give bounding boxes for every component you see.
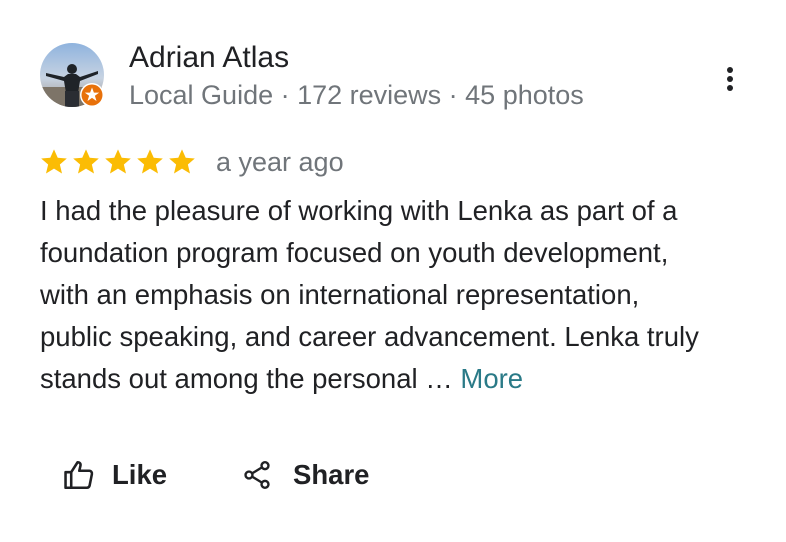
review-text-line: I had the pleasure of working with Lenka… (40, 195, 678, 226)
review-text-truncated: stands out among the personal … (40, 363, 453, 394)
review-text-line: with an emphasis on international repres… (40, 279, 640, 310)
local-guide-badge-icon (79, 82, 105, 108)
author-name[interactable]: Adrian Atlas (129, 38, 289, 78)
star-icon (73, 149, 99, 174)
star-icon (169, 149, 195, 174)
like-button[interactable]: Like (62, 450, 167, 500)
star-rating (38, 146, 198, 178)
share-label: Share (293, 459, 370, 490)
more-vert-icon[interactable] (716, 60, 744, 100)
review-actions: Like Share (62, 450, 369, 500)
review-date: a year ago (216, 147, 344, 177)
share-icon (244, 461, 270, 489)
share-button[interactable]: Share (241, 450, 369, 500)
review-text-line-last: stands out among the personal … More (40, 358, 760, 400)
like-label: Like (112, 459, 168, 490)
review-text-line: public speaking, and career advancement.… (40, 321, 699, 352)
rating-row: a year ago (38, 142, 344, 182)
star-icon (41, 149, 67, 174)
star-icon (105, 149, 131, 174)
thumb-up-icon (64, 460, 94, 490)
review-text: I had the pleasure of working with Lenka… (40, 190, 760, 400)
review-card: Adrian Atlas Local Guide · 172 reviews ·… (0, 0, 786, 542)
more-link[interactable]: More (460, 363, 523, 394)
review-text-line: foundation program focused on youth deve… (40, 237, 669, 268)
star-icon (137, 149, 163, 174)
author-meta[interactable]: Local Guide · 172 reviews · 45 photos (129, 76, 584, 114)
